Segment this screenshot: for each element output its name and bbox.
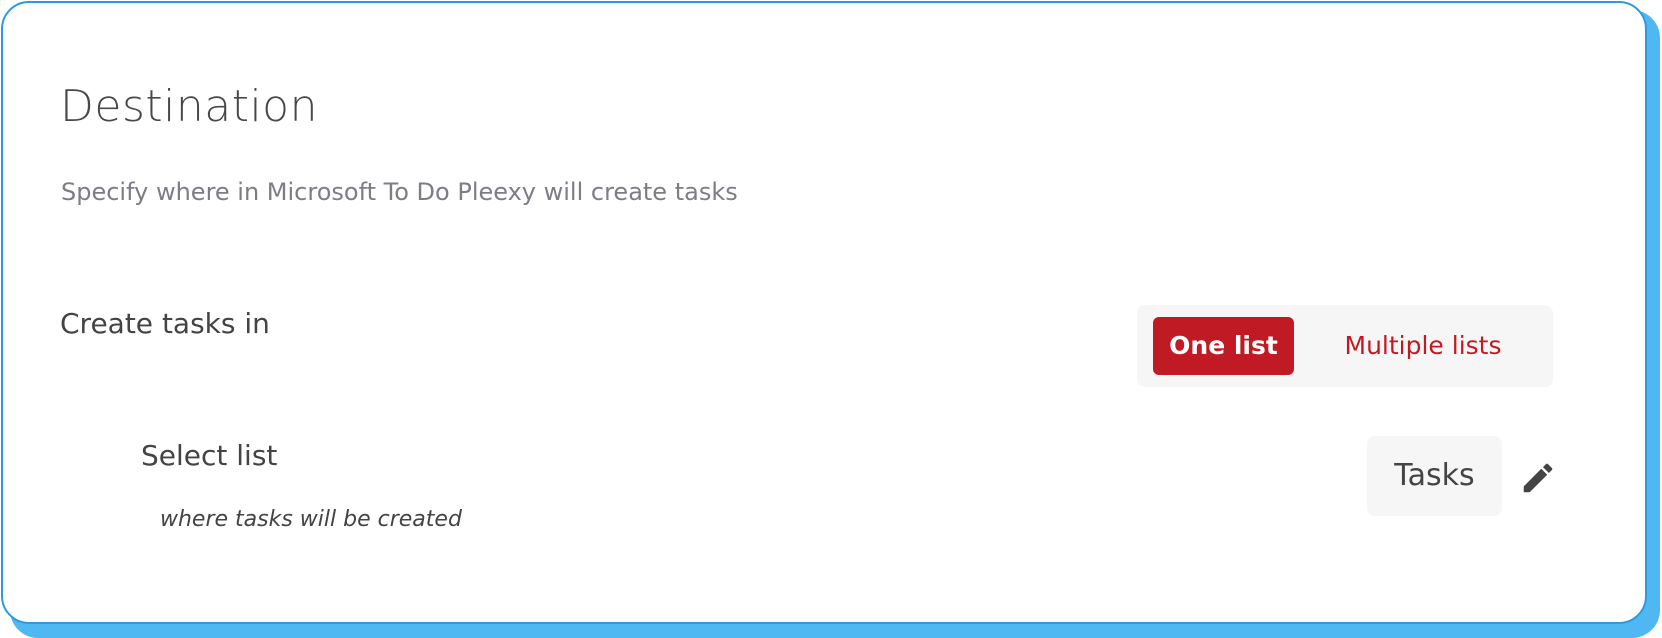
create-tasks-label: Create tasks in [60,307,270,340]
page-subtitle: Specify where in Microsoft To Do Pleexy … [61,178,738,206]
select-list-hint: where tasks will be created [160,507,462,532]
page-title: Destination [60,81,318,132]
select-list-label: Select list [141,439,278,472]
create-tasks-toggle: One list Multiple lists [1137,305,1553,387]
pencil-icon[interactable] [1519,459,1557,497]
selected-list-value[interactable]: Tasks [1367,436,1502,516]
one-list-button[interactable]: One list [1153,317,1294,375]
multiple-lists-button[interactable]: Multiple lists [1311,317,1535,375]
destination-card: Destination Specify where in Microsoft T… [1,1,1647,624]
